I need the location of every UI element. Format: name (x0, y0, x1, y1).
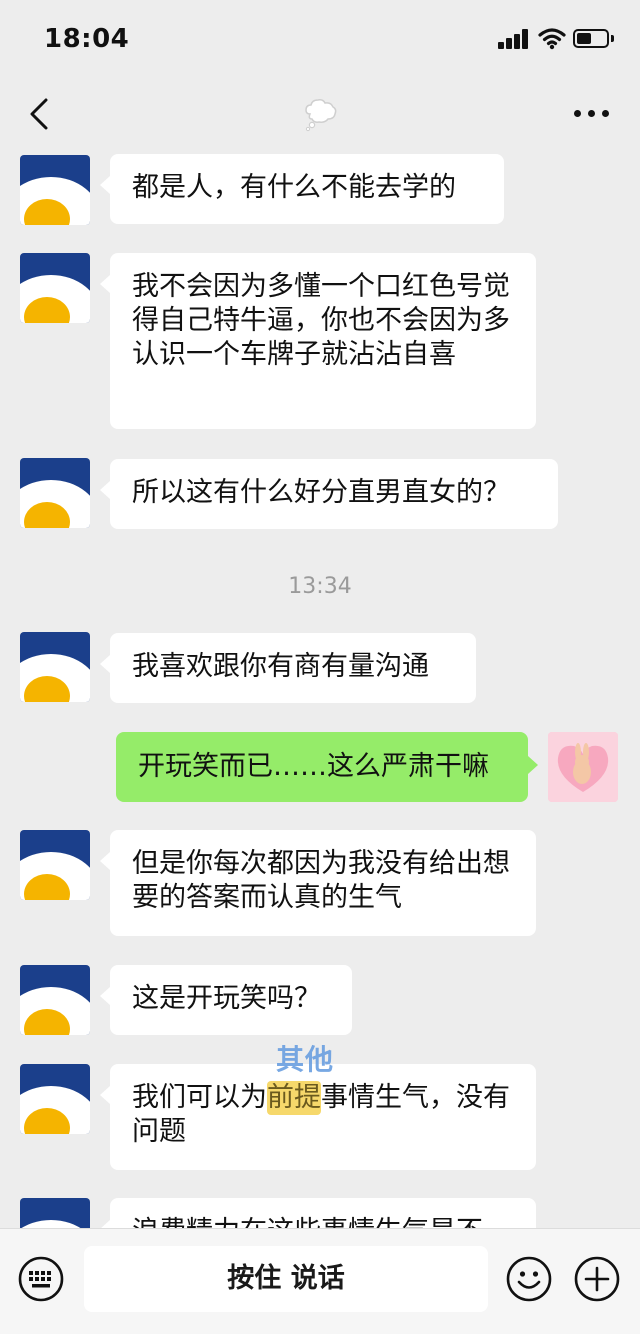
contact-avatar[interactable] (20, 965, 90, 1035)
hold-to-talk-button[interactable]: 按住 说话 (84, 1246, 488, 1312)
message-bubble[interactable]: 这是开玩笑吗？ (100, 965, 352, 1035)
message-bubble[interactable]: 我不会因为多懂一个口红色号觉得自己特牛逼，你也不会因为多认识一个车牌子就沾沾自喜 (100, 253, 536, 429)
status-time: 18:04 (44, 24, 130, 54)
contact-avatar[interactable] (20, 253, 90, 323)
status-bar: 18:04 (0, 0, 640, 78)
timestamp: 13:34 (288, 574, 352, 599)
contact-avatar[interactable] (20, 155, 90, 225)
battery-cap (611, 35, 614, 42)
contact-avatar[interactable] (20, 1198, 90, 1228)
plus-icon[interactable] (574, 1256, 620, 1302)
contact-avatar[interactable] (20, 830, 90, 900)
scribbled-text: 前提 (267, 1081, 321, 1115)
my-avatar[interactable] (548, 732, 618, 802)
emoji-icon[interactable] (506, 1256, 552, 1302)
thought-bubble-icon (305, 99, 337, 132)
message-text: 这是开玩笑吗？ (132, 983, 321, 1014)
message-bubble[interactable]: 所以这有什么好分直男直女的？ (100, 459, 558, 529)
message-bubble[interactable]: 但是你每次都因为我没有给出想要的答案而认真的生气 (100, 830, 536, 936)
input-bar: 按住 说话 (0, 1228, 640, 1334)
back-icon[interactable] (20, 92, 60, 136)
contact-avatar[interactable] (20, 1064, 90, 1134)
message-bubble[interactable]: 都是人，有什么不能去学的 (100, 154, 504, 224)
message-bubble[interactable]: 浪费精力在这些事情生气是不 (100, 1198, 536, 1228)
nav-bar (0, 78, 640, 152)
wifi-icon (538, 28, 566, 50)
message-text: 我喜欢跟你有商有量沟通 (132, 651, 429, 682)
watermark-text: 其他 (276, 1043, 335, 1076)
contact-avatar[interactable] (20, 458, 90, 528)
more-options-icon[interactable] (570, 100, 614, 128)
battery-icon (573, 29, 609, 48)
keyboard-icon[interactable] (18, 1256, 64, 1302)
contact-avatar[interactable] (20, 632, 90, 702)
message-text: 开玩笑而已……这么严肃干嘛 (138, 751, 489, 782)
message-text: 我不会因为多懂一个口红色号觉得自己特牛逼，你也不会因为多认识一个车牌子就沾沾自喜 (132, 271, 510, 370)
bunny-sticker-icon (548, 732, 618, 802)
message-text: 浪费精力在这些事情生气是不 (132, 1216, 483, 1228)
message-bubble[interactable]: 我们可以为前提事情生气，没有问题 (100, 1064, 536, 1170)
message-bubble[interactable]: 我喜欢跟你有商有量沟通 (100, 633, 476, 703)
message-text: 都是人，有什么不能去学的 (132, 172, 456, 203)
message-text: 但是你每次都因为我没有给出想要的答案而认真的生气 (132, 848, 510, 913)
message-text-part: 我们可以为 (132, 1082, 267, 1113)
message-text: 所以这有什么好分直男直女的？ (132, 477, 510, 508)
my-message-bubble[interactable]: 开玩笑而已……这么严肃干嘛 (116, 732, 538, 802)
signal-icon (498, 29, 532, 49)
